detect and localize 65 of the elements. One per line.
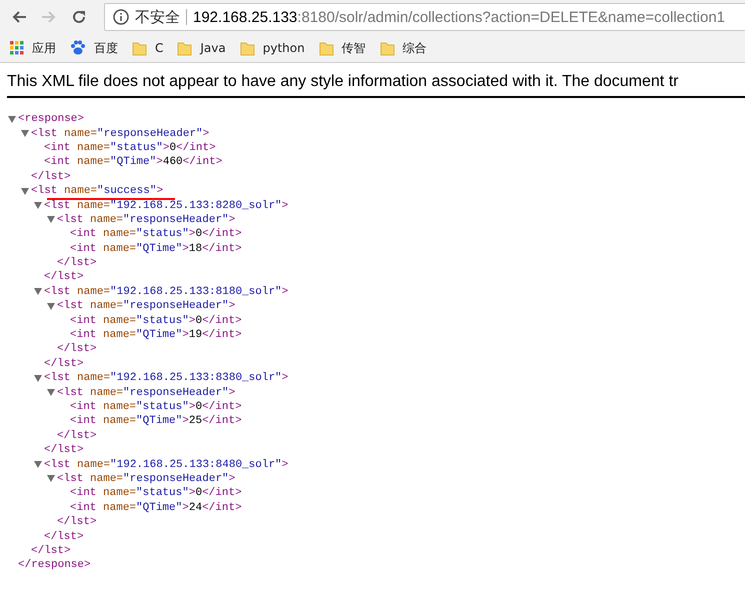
toggle-icon[interactable] — [34, 461, 42, 468]
folder-icon — [132, 40, 147, 56]
address-field[interactable]: 不安全 192.168.25.133:8180/solr/admin/collections?action=DELETE&name=collection1 — [104, 3, 745, 31]
toggle-icon[interactable] — [21, 130, 29, 138]
paw-icon — [70, 40, 86, 56]
xml-line: <int name="status">0</int> — [70, 314, 242, 327]
toggle-icon[interactable] — [47, 216, 55, 224]
bookmark-item[interactable]: 传智 — [318, 38, 366, 58]
xml-line: <lst name="responseHeader"> — [57, 300, 236, 312]
xml-line: </lst> — [57, 343, 97, 356]
xml-line: <lst name="192.168.25.133:8380_solr"> — [44, 372, 288, 384]
bookmark-item[interactable]: 百度 — [70, 38, 118, 58]
xml-line: </lst> — [31, 544, 71, 557]
xml-line: <int name="status">0</int> — [70, 487, 242, 500]
xml-line: <int name="status">0</int> — [44, 142, 216, 154]
xml-line: <lst name="192.168.25.133:8280_solr"> — [44, 200, 288, 212]
xml-line: <int name="QTime">24</int> — [70, 502, 242, 514]
xml-line: </lst> — [57, 430, 97, 442]
bookmark-item[interactable]: 综合 — [380, 38, 427, 58]
folder-icon — [177, 40, 192, 56]
xml-line: <lst name="responseHeader"> — [57, 472, 236, 485]
bookmark-item[interactable]: python — [240, 38, 305, 58]
toggle-icon[interactable] — [34, 288, 42, 296]
xml-line: <int name="QTime">19</int> — [70, 329, 242, 342]
xml-line: <lst name="responseHeader"> — [57, 386, 236, 399]
xml-line: </lst> — [44, 271, 84, 284]
xml-line: </lst> — [31, 170, 71, 183]
arrow-icon — [11, 9, 27, 25]
xml-line: </lst> — [57, 516, 97, 528]
xml-line: <int name="status">0</int> — [70, 228, 242, 240]
toggle-icon[interactable] — [47, 389, 55, 396]
url-text: 192.168.25.133:8180/solr/admin/collections?action=DELETE&name=collection1 — [193, 8, 726, 26]
folder-icon — [240, 40, 255, 56]
toggle-icon[interactable] — [8, 116, 16, 123]
folder-icon — [380, 40, 395, 56]
toggle-icon[interactable] — [34, 374, 42, 382]
xml-line: </lst> — [44, 444, 84, 456]
info-icon[interactable] — [113, 9, 129, 25]
xml-line: </lst> — [44, 530, 84, 543]
xml-line: <int name="QTime">460</int> — [44, 156, 222, 168]
xml-line: <lst name="success"> — [31, 185, 164, 198]
xml-line: <int name="QTime">25</int> — [70, 415, 242, 428]
apps-grid-icon — [10, 41, 24, 55]
xml-line: </lst> — [44, 358, 84, 370]
reload-icon — [71, 9, 87, 25]
bookmark-item[interactable]: C — [132, 38, 164, 58]
xml-line: <int name="QTime">18</int> — [70, 242, 242, 255]
security-label: 不安全 — [135, 8, 180, 26]
notice-text: This XML file does not appear to have any style information associated with it. The document tr — [7, 73, 678, 90]
toggle-icon[interactable] — [21, 188, 29, 195]
toggle-icon[interactable] — [47, 302, 55, 310]
xml-line: </response> — [18, 559, 91, 572]
xml-line: <lst name="responseHeader"> — [57, 214, 236, 226]
xml-line: </lst> — [57, 257, 97, 270]
xml-line: <lst name="192.168.25.133:8480_solr"> — [44, 458, 288, 471]
bookmark-item[interactable]: 应用 — [10, 38, 56, 58]
toggle-icon[interactable] — [34, 202, 42, 210]
xml-line: <response> — [18, 113, 84, 126]
toggle-icon[interactable] — [47, 475, 55, 482]
xml-line: <lst name="responseHeader"> — [31, 128, 210, 140]
xml-line: <int name="status">0</int> — [70, 401, 242, 413]
bookmark-item[interactable]: Java — [177, 38, 226, 58]
arrow-icon — [41, 9, 57, 25]
folder-icon — [318, 40, 334, 56]
xml-line: <lst name="192.168.25.133:8180_solr"> — [44, 286, 288, 298]
